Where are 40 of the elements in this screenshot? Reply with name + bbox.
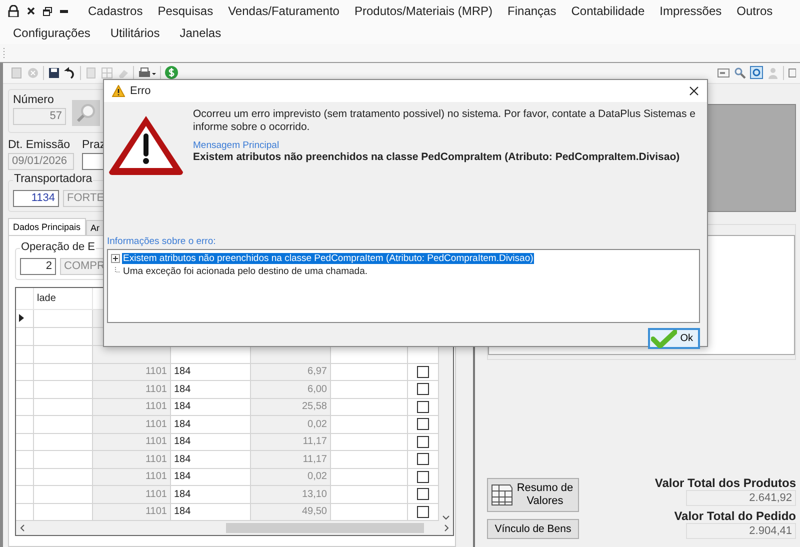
main-message: Existem atributos não preenchidos na classe PedCompraItem (Atributo: PedCompraItem.Divisao)	[193, 151, 681, 163]
group-label: Operação de E	[20, 240, 96, 252]
table-cell: 1101	[93, 504, 171, 521]
table-cell: 1101	[93, 468, 171, 486]
table-cell: 0,02	[251, 468, 331, 486]
table-cell: 184	[171, 381, 251, 398]
table-cell: 184	[171, 468, 251, 486]
table-cell: 6,00	[251, 381, 331, 398]
field-label: Dt. Emissão	[8, 138, 71, 150]
total-field: 2.904,41	[686, 523, 796, 539]
table-cell: 184	[171, 434, 251, 451]
table-cell: 11,17	[251, 451, 331, 468]
table-cell: 184	[171, 364, 251, 381]
dialog-title: Erro	[130, 85, 151, 97]
table-cell: 1101	[93, 434, 171, 451]
table-cell: 1101	[93, 398, 171, 416]
group-label: Transportadora	[13, 172, 94, 184]
table-cell: 6,97	[251, 364, 331, 381]
table-cell: 184	[171, 416, 251, 434]
table-cell: 1101	[93, 364, 171, 381]
section-label: Mensagem Principal	[193, 140, 280, 151]
table-cell: 184	[171, 504, 251, 521]
table-cell: 184	[171, 486, 251, 504]
table-cell: 13,10	[251, 486, 331, 504]
table-cell: 11,17	[251, 434, 331, 451]
field-label: Número	[13, 94, 55, 106]
table-cell: 1101	[93, 416, 171, 434]
section-label: Informações sobre o erro:	[107, 236, 217, 247]
table-cell: 1101	[93, 451, 171, 468]
table-cell: 0,02	[251, 416, 331, 434]
table-cell: 184	[171, 398, 251, 416]
table-cell: 1101	[93, 486, 171, 504]
table-cell: 25,58	[251, 398, 331, 416]
table-cell: 1101	[93, 381, 171, 398]
total-label: Valor Total dos Produtos	[654, 476, 796, 490]
table-cell: 184	[171, 451, 251, 468]
total-field: 2.641,92	[686, 490, 796, 506]
total-label: Valor Total do Pedido	[674, 509, 796, 523]
table-cell: 49,50	[251, 504, 331, 521]
error-message: Ocorreu um erro imprevisto (sem tratamento possivel) no sistema. Por favor, contate a DataPlus Sistemas e informe sobre o ocorrido.	[193, 108, 696, 134]
